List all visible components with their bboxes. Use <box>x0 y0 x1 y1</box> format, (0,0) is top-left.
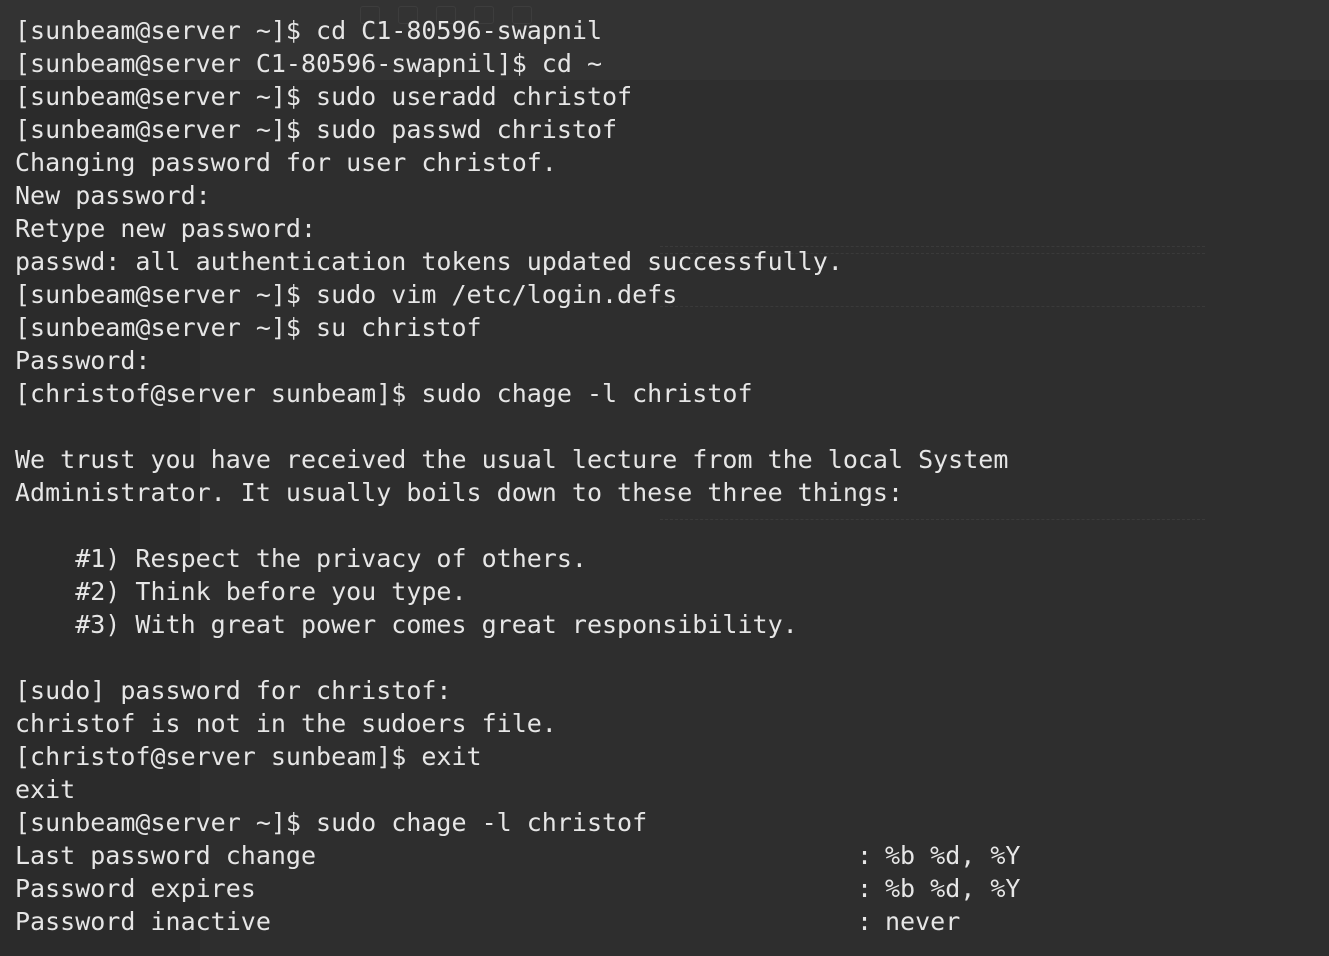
terminal-line: [christof@server sunbeam]$ sudo chage -l… <box>15 379 753 408</box>
terminal-line: Administrator. It usually boils down to … <box>15 478 904 507</box>
terminal-line: christof is not in the sudoers file. <box>15 709 557 738</box>
terminal-line: [sunbeam@server ~]$ sudo useradd christo… <box>15 82 633 111</box>
chage-value: %b %d, %Y <box>885 841 1021 870</box>
terminal-line: [sunbeam@server ~]$ sudo chage -l christ… <box>15 808 648 837</box>
chage-row-last-password-change: Last password change : %b %d, %Y <box>15 839 1315 872</box>
chage-key: Last password change <box>15 841 317 870</box>
terminal-line: [sunbeam@server ~]$ sudo passwd christof <box>15 115 618 144</box>
chage-row-password-expires: Password expires : %b %d, %Y <box>15 872 1315 905</box>
terminal-line: New password: <box>15 181 211 210</box>
chage-separator: : <box>857 841 873 870</box>
terminal-line: [christof@server sunbeam]$ exit <box>15 742 482 771</box>
terminal-line: Changing password for user christof. <box>15 148 557 177</box>
chage-row-password-inactive: Password inactive : never <box>15 905 1315 938</box>
terminal-line: passwd: all authentication tokens update… <box>15 247 843 276</box>
terminal-line: #3) With great power comes great respons… <box>15 610 798 639</box>
terminal-line: [sunbeam@server ~]$ su christof <box>15 313 482 342</box>
terminal-line: [sudo] password for christof: <box>15 676 452 705</box>
screen: [sunbeam@server ~]$ cd C1-80596-swapnil … <box>0 0 1329 956</box>
chage-key: Password expires <box>15 874 256 903</box>
terminal-line: We trust you have received the usual lec… <box>15 445 1009 474</box>
chage-key: Password inactive <box>15 907 271 936</box>
terminal-line: [sunbeam@server ~]$ cd C1-80596-swapnil <box>15 16 602 45</box>
terminal-line: #1) Respect the privacy of others. <box>15 544 587 573</box>
terminal-line: [sunbeam@server C1-80596-swapnil]$ cd ~ <box>15 49 602 78</box>
chage-separator: : <box>857 907 873 936</box>
terminal-line: [sunbeam@server ~]$ sudo vim /etc/login.… <box>15 280 678 309</box>
terminal-line: exit <box>15 775 76 804</box>
chage-separator: : <box>857 874 873 903</box>
terminal-line: Retype new password: <box>15 214 317 243</box>
chage-value: never <box>885 907 961 936</box>
terminal-line: Password: <box>15 346 151 375</box>
chage-value: %b %d, %Y <box>885 874 1021 903</box>
terminal-line: #2) Think before you type. <box>15 577 467 606</box>
terminal-output[interactable]: [sunbeam@server ~]$ cd C1-80596-swapnil … <box>15 14 1315 938</box>
